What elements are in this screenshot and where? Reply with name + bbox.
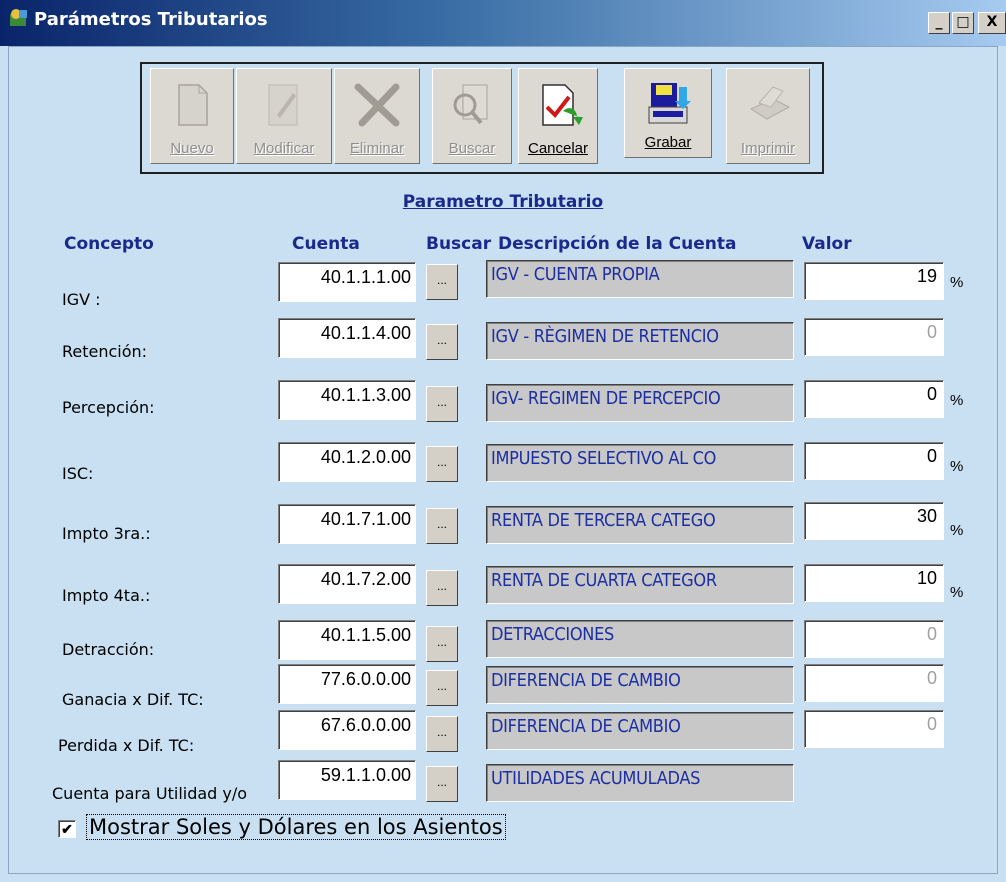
app-icon <box>10 9 27 26</box>
header-concepto: Concepto <box>64 234 154 254</box>
minimize-button[interactable]: _ <box>928 12 950 34</box>
valor-input-perdida[interactable]: 0 <box>804 710 944 748</box>
cuenta-input-impto-3ra[interactable]: 40.1.7.1.00 <box>278 504 416 544</box>
header-valor: Valor <box>802 234 852 254</box>
descripcion-field-impto-4ta: RENTA DE CUARTA CATEGOR <box>486 566 794 604</box>
search-magnifier-icon <box>453 84 488 125</box>
valor-input-retencion[interactable]: 0 <box>804 318 944 356</box>
buscar-button-detraccion[interactable]: ... <box>426 626 458 662</box>
maximize-button[interactable]: □ <box>952 12 974 34</box>
row-label-igv: IGV : <box>62 290 101 309</box>
window: Parámetros Tributarios _ □ X Nuevo Modif… <box>0 0 1006 882</box>
buscar-button-impto-3ra[interactable]: ... <box>426 508 458 544</box>
buscar-button-retencion[interactable]: ... <box>426 324 458 360</box>
buscar-button-percepcion[interactable]: ... <box>426 386 458 422</box>
cuenta-input-impto-4ta[interactable]: 40.1.7.2.00 <box>278 564 416 604</box>
cuenta-input-igv[interactable]: 40.1.1.1.00 <box>278 262 416 302</box>
buscar-button[interactable]: Buscar <box>432 68 512 164</box>
descripcion-field-detraccion: DETRACCIONES <box>486 620 794 658</box>
row-label-detraccion: Detracción: <box>62 640 155 659</box>
buscar-button-igv[interactable]: ... <box>426 264 458 300</box>
buscar-button-perdida[interactable]: ... <box>426 716 458 752</box>
mostrar-soles-dolares-checkbox[interactable]: ✔ <box>58 820 76 838</box>
percent-label: % <box>950 274 964 291</box>
row-label-impto-4ta: Impto 4ta.: <box>62 586 151 605</box>
row-label-retencion: Retención: <box>62 342 148 361</box>
buscar-button-utilidad[interactable]: ... <box>426 766 458 802</box>
mostrar-soles-dolares-label[interactable]: Mostrar Soles y Dólares en los Asientos <box>86 814 506 840</box>
descripcion-field-isc: IMPUESTO SELECTIVO AL CO <box>486 444 794 482</box>
title-bar[interactable]: Parámetros Tributarios _ □ X <box>0 0 1006 46</box>
save-floppy-icon <box>648 83 691 124</box>
cuenta-input-perdida[interactable]: 67.6.0.0.00 <box>278 710 416 750</box>
header-descripcion: Descripción de la Cuenta <box>498 234 737 254</box>
buscar-button-ganancia[interactable]: ... <box>426 670 458 706</box>
valor-input-impto-4ta[interactable]: 10 <box>804 564 944 602</box>
descripcion-field-perdida: DIFERENCIA DE CAMBIO <box>486 712 794 750</box>
buscar-button-impto-4ta[interactable]: ... <box>426 570 458 606</box>
descripcion-field-ganancia: DIFERENCIA DE CAMBIO <box>486 666 794 704</box>
cuenta-input-percepcion[interactable]: 40.1.1.3.00 <box>278 380 416 420</box>
close-button[interactable]: X <box>978 12 1006 34</box>
row-label-percepcion: Percepción: <box>62 398 155 417</box>
descripcion-field-impto-3ra: RENTA DE TERCERA CATEGO <box>486 506 794 544</box>
row-label-impto-3ra: Impto 3ra.: <box>62 524 151 543</box>
edit-pencil-icon <box>268 84 298 126</box>
delete-x-icon <box>354 83 400 127</box>
print-icon <box>749 86 791 120</box>
cuenta-input-ganancia[interactable]: 77.6.0.0.00 <box>278 664 416 704</box>
header-cuenta: Cuenta <box>292 234 360 254</box>
cuenta-input-utilidad[interactable]: 59.1.1.0.00 <box>278 760 416 800</box>
row-label-perdida: Perdida x Dif. TC: <box>58 736 195 755</box>
grabar-button[interactable]: Grabar <box>624 68 712 158</box>
modificar-button[interactable]: Modificar <box>236 68 332 164</box>
nuevo-button[interactable]: Nuevo <box>150 68 234 164</box>
row-label-utilidad: Cuenta para Utilidad y/o <box>52 784 248 803</box>
cuenta-input-isc[interactable]: 40.1.2.0.00 <box>278 442 416 482</box>
cancel-check-icon <box>542 84 583 126</box>
descripcion-field-utilidad: UTILIDADES ACUMULADAS <box>486 764 794 802</box>
buscar-button-isc[interactable]: ... <box>426 446 458 482</box>
section-title: Parametro Tributario <box>402 192 604 212</box>
valor-input-impto-3ra[interactable]: 30 <box>804 502 944 540</box>
descripcion-field-igv: IGV - CUENTA PROPIA <box>486 260 794 298</box>
row-label-isc: ISC: <box>62 464 94 483</box>
row-label-ganancia: Ganacia x Dif. TC: <box>62 690 204 709</box>
valor-input-detraccion[interactable]: 0 <box>804 620 944 658</box>
valor-input-percepcion[interactable]: 0 <box>804 380 944 418</box>
valor-input-isc[interactable]: 0 <box>804 442 944 480</box>
imprimir-button[interactable]: Imprimir <box>726 68 810 164</box>
eliminar-button[interactable]: Eliminar <box>334 68 420 164</box>
valor-input-igv[interactable]: 19 <box>804 262 944 300</box>
cancelar-button[interactable]: Cancelar <box>518 68 598 164</box>
cuenta-input-retencion[interactable]: 40.1.1.4.00 <box>278 318 416 358</box>
percent-label: % <box>950 522 964 539</box>
toolbar: Nuevo Modificar Eliminar Buscar Cancelar… <box>140 62 824 174</box>
cuenta-input-detraccion[interactable]: 40.1.1.5.00 <box>278 620 416 660</box>
new-document-icon <box>178 84 208 126</box>
descripcion-field-percepcion: IGV- REGIMEN DE PERCEPCIO <box>486 384 794 422</box>
descripcion-field-retencion: IGV - RÈGIMEN DE RETENCIO <box>486 322 794 360</box>
percent-label: % <box>950 584 964 601</box>
header-buscar: Buscar <box>426 234 492 254</box>
window-title: Parámetros Tributarios <box>34 9 268 30</box>
percent-label: % <box>950 392 964 409</box>
percent-label: % <box>950 458 964 475</box>
valor-input-ganancia[interactable]: 0 <box>804 664 944 702</box>
